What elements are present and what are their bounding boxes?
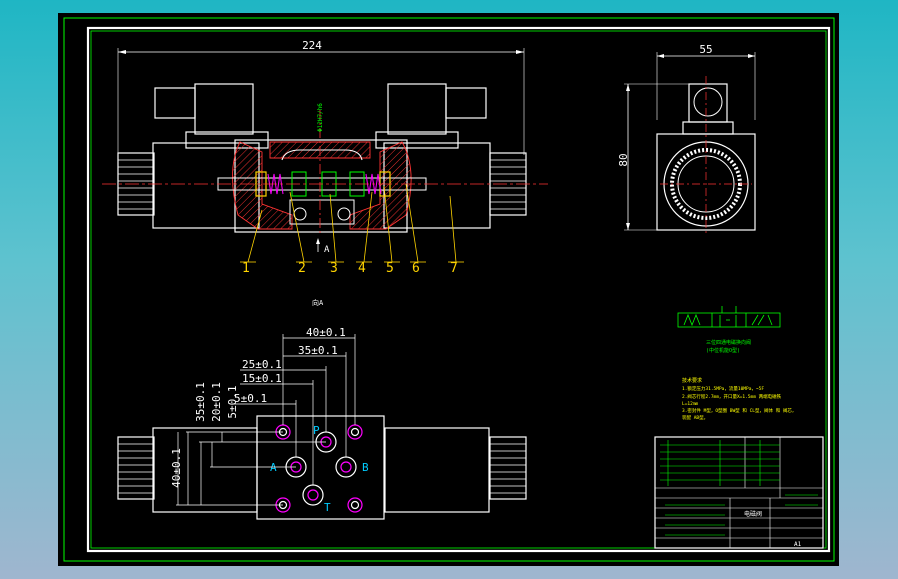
sheet-size: A1 xyxy=(794,541,802,548)
symbol-caption-2: (中位机能O型) xyxy=(706,347,740,354)
dim-v5: 5±0.1 xyxy=(226,385,239,418)
dim-v40: 40±0.1 xyxy=(170,448,183,488)
svg-text:Φ12H7/h6: Φ12H7/h6 xyxy=(317,103,324,132)
port-b: B xyxy=(362,461,369,474)
dim-overall-width: 224 xyxy=(302,39,322,52)
view-label: 向A xyxy=(312,298,324,307)
dim-h35: 35±0.1 xyxy=(298,344,338,357)
drawing-title: 电磁阀 xyxy=(744,510,762,518)
notes-line-2: 2.阀芯行程2.7mm，开口量X=1.5mm 两端电磁铁 xyxy=(682,393,782,400)
section-marker: A xyxy=(324,245,330,255)
notes-line-4: 3.密封件 M型，O型圈 BW型 和 CL型，阀体 和 阀芯， xyxy=(682,407,796,414)
callout-7: 7 xyxy=(450,261,458,276)
notes-line-5: 装配 AB型。 xyxy=(682,414,708,421)
callout-1: 1 xyxy=(242,261,250,276)
notes-line-3: L=12mm xyxy=(682,401,699,407)
notes-title: 技术要求 xyxy=(682,377,702,384)
dim-side-height: 80 xyxy=(617,153,630,166)
dim-v35: 35±0.1 xyxy=(194,382,207,422)
symbol-caption-1: 三位四通电磁换向阀 xyxy=(706,339,751,346)
dim-h25: 25±0.1 xyxy=(242,358,282,371)
callout-4: 4 xyxy=(358,261,366,276)
port-a: A xyxy=(270,461,277,474)
dim-v20: 20±0.1 xyxy=(210,382,223,422)
callout-2: 2 xyxy=(298,261,306,276)
dim-h40: 40±0.1 xyxy=(306,326,346,339)
port-t: T xyxy=(324,501,331,514)
dim-side-width: 55 xyxy=(699,43,712,56)
notes-line-1: 1.额定压力31.5MPa，流量10MPa，~5F xyxy=(682,385,764,392)
callout-5: 5 xyxy=(386,261,394,276)
callout-6: 6 xyxy=(412,261,420,276)
cad-drawing: 224 Φ12H7/h6 1 2 3 4 5 6 7 A 向A 55 80 三位… xyxy=(58,13,839,566)
callout-3: 3 xyxy=(330,261,338,276)
port-p: P xyxy=(313,424,320,437)
dim-h15: 15±0.1 xyxy=(242,372,282,385)
